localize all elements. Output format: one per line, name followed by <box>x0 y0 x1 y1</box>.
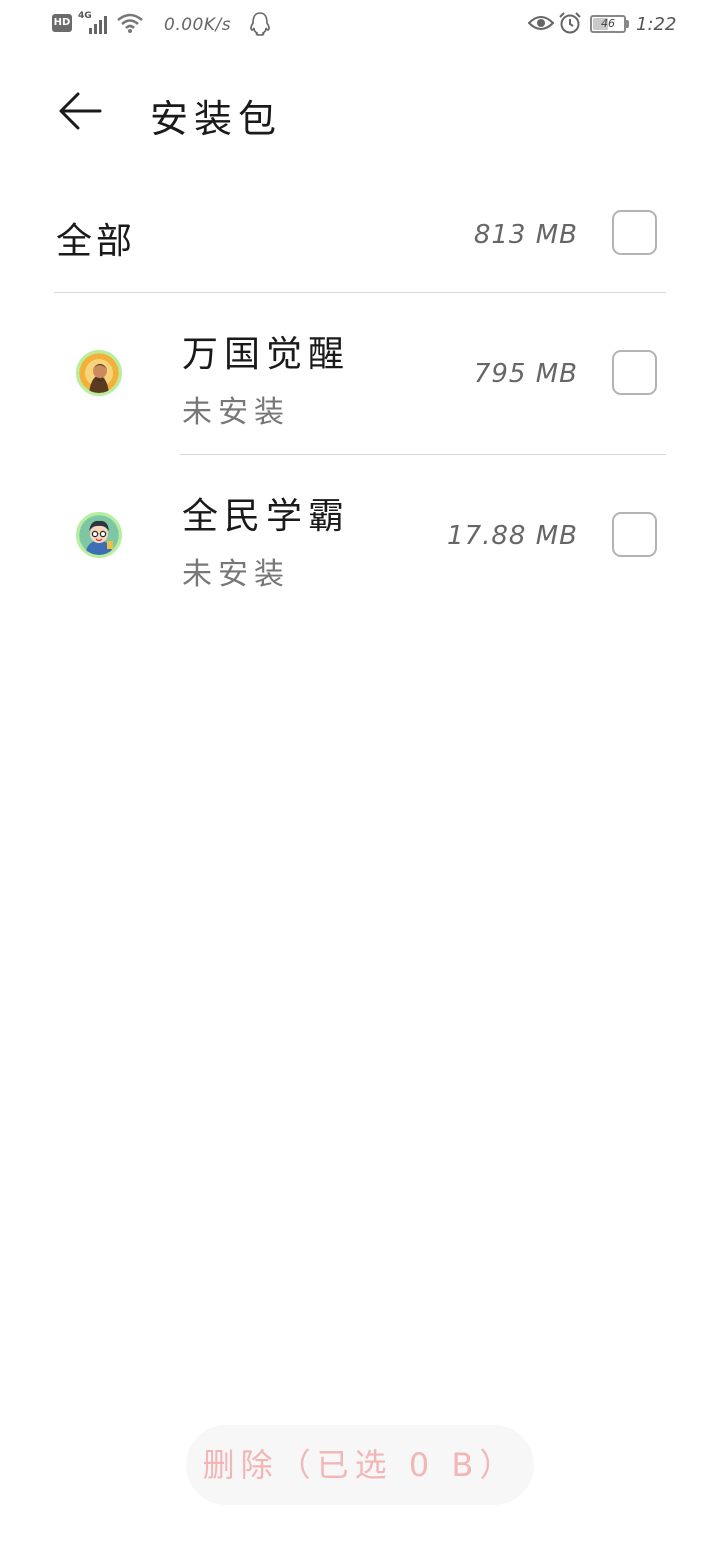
wifi-icon <box>117 13 143 33</box>
battery-tip <box>626 20 629 28</box>
status-bar: HD 4G 0.00K/s 46 1:22 <box>0 0 720 52</box>
battery-icon: 46 <box>590 15 626 33</box>
list-item[interactable]: 万国觉醒 未安装 795 MB <box>0 293 720 455</box>
screen: HD 4G 0.00K/s 46 1:22 安装包 全部 813 MB 万国觉醒… <box>0 0 720 1560</box>
alarm-icon <box>559 12 581 34</box>
select-all-label: 全部 <box>56 221 137 262</box>
app-size: 795 MB <box>473 359 578 389</box>
eye-icon <box>528 16 554 30</box>
clock: 1:22 <box>636 14 677 35</box>
app-name: 万国觉醒 <box>182 334 351 375</box>
back-arrow-icon[interactable] <box>56 86 106 136</box>
app-status: 未安装 <box>182 395 290 430</box>
app-name: 全民学霸 <box>182 496 351 537</box>
page-title: 安装包 <box>150 97 283 141</box>
app-size: 17.88 MB <box>447 521 578 551</box>
select-all-checkbox[interactable] <box>612 210 657 255</box>
total-size: 813 MB <box>473 220 578 250</box>
delete-button[interactable]: 删除（已选 0 B） <box>186 1425 534 1505</box>
quanmin-xueba-app-icon <box>76 512 122 558</box>
app-checkbox[interactable] <box>612 350 657 395</box>
app-checkbox[interactable] <box>612 512 657 557</box>
network-speed: 0.00K/s <box>164 15 232 35</box>
signal-icon <box>89 16 107 34</box>
app-status: 未安装 <box>182 557 290 592</box>
rise-of-kingdoms-app-icon <box>76 350 122 396</box>
battery-level: 46 <box>601 17 615 30</box>
select-all-row[interactable]: 全部 813 MB <box>0 190 720 290</box>
list-item[interactable]: 全民学霸 未安装 17.88 MB <box>0 455 720 617</box>
hd-icon: HD <box>52 14 72 32</box>
qq-icon <box>250 12 270 36</box>
